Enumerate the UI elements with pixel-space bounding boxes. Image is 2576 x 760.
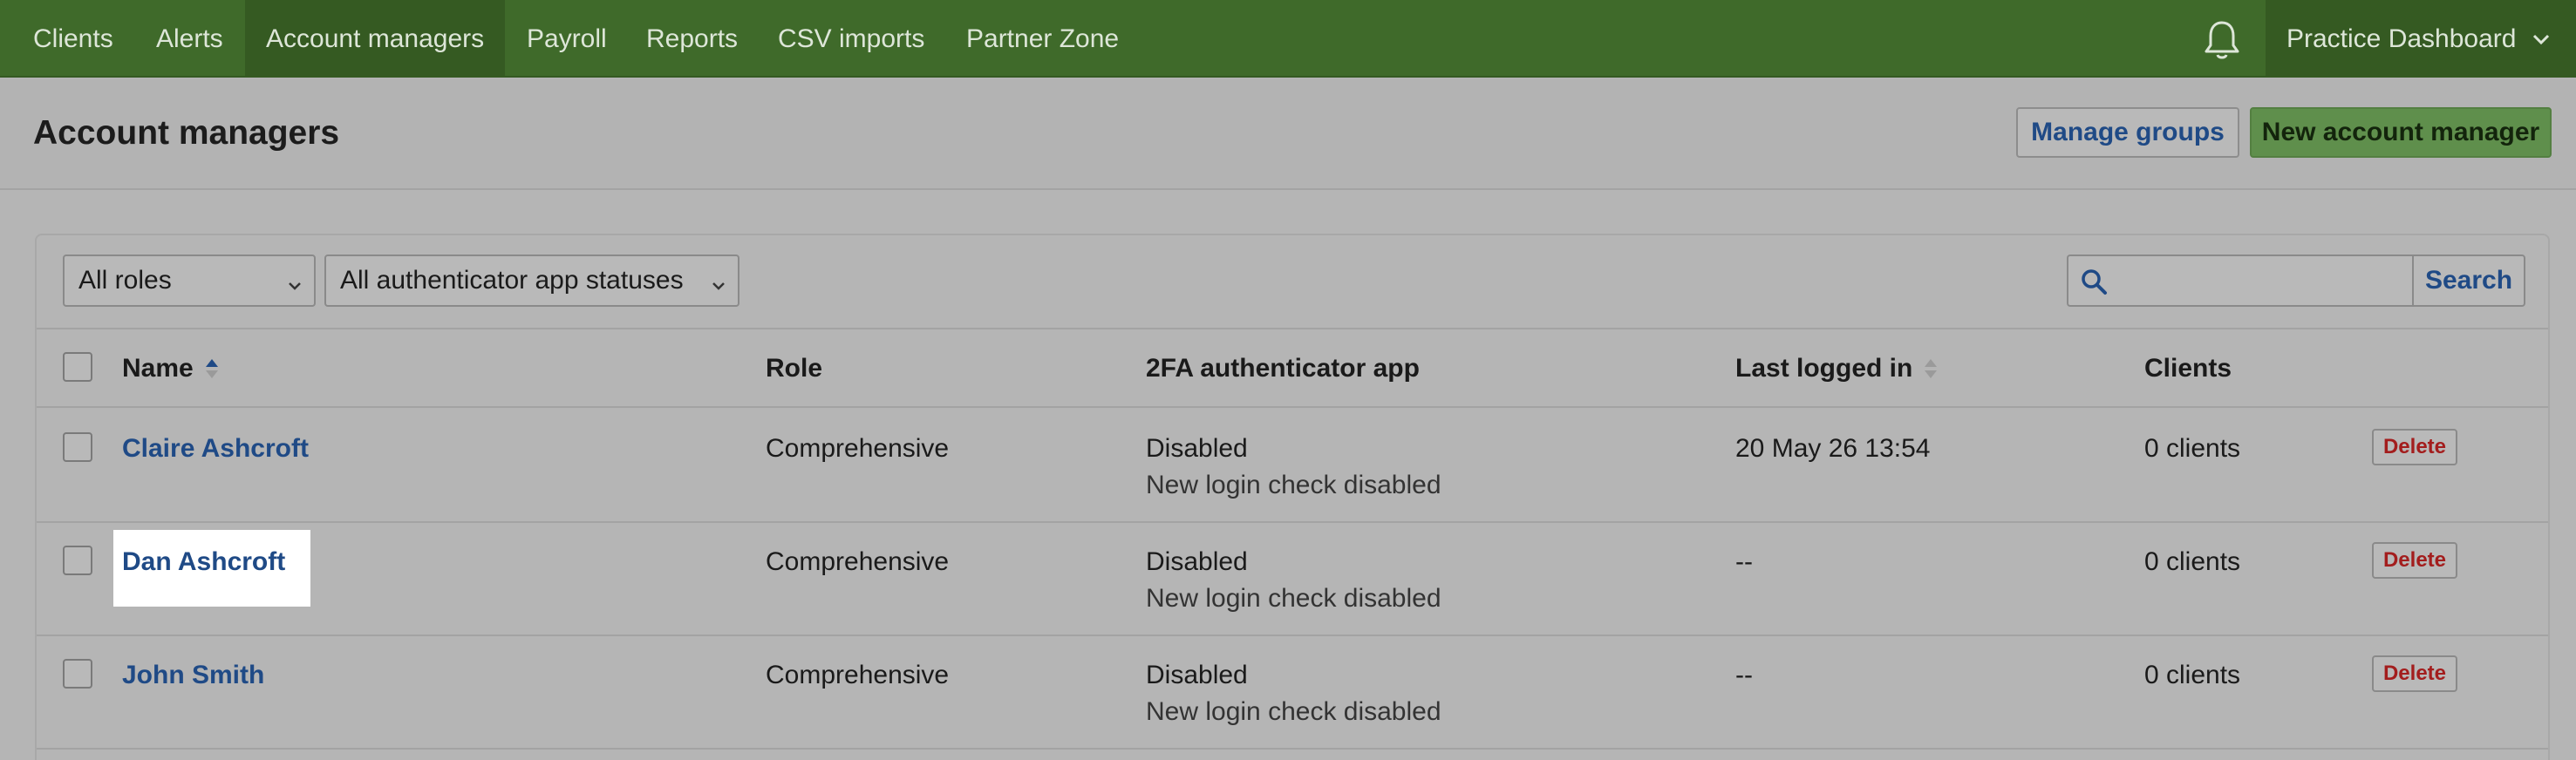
account-managers-panel: All roles All authenticator app statuses… xyxy=(35,234,2550,760)
role-value: Comprehensive xyxy=(766,661,950,689)
last-logged-in-value: -- xyxy=(1735,661,1753,689)
column-header-last-logged-in[interactable]: Last logged in xyxy=(1735,329,1939,408)
column-header-role: Role xyxy=(766,354,823,383)
twofa-status: Disabled New login check disabled xyxy=(1146,434,1441,500)
column-header-clients: Clients xyxy=(2144,354,2232,383)
delete-button[interactable]: Delete xyxy=(2372,429,2457,465)
column-header-name-label: Name xyxy=(122,354,194,383)
practice-dashboard-label: Practice Dashboard xyxy=(2286,24,2517,53)
table-row: Claire Ashcroft Comprehensive Disabled N… xyxy=(37,410,2548,523)
sort-icon xyxy=(1923,356,1939,381)
chevron-down-icon xyxy=(2532,33,2551,45)
search-input[interactable] xyxy=(2067,254,2412,307)
bell-icon[interactable] xyxy=(2198,16,2246,64)
clients-count: 0 clients xyxy=(2144,434,2241,463)
nav-item-clients[interactable]: Clients xyxy=(12,0,134,78)
page-header: Account managers Manage groups New accou… xyxy=(0,79,2576,190)
nav-item-partner-zone[interactable]: Partner Zone xyxy=(945,0,1140,78)
twofa-status: Disabled New login check disabled xyxy=(1146,547,1441,614)
role-filter-value: All roles xyxy=(78,266,172,295)
select-all-checkbox[interactable] xyxy=(63,352,92,382)
twofa-status: Disabled New login check disabled xyxy=(1146,661,1441,727)
account-manager-name-link[interactable]: John Smith xyxy=(122,661,264,690)
nav-item-account-managers[interactable]: Account managers xyxy=(245,0,506,78)
top-navigation: Clients Alerts Account managers Payroll … xyxy=(0,0,2576,78)
account-manager-name-link[interactable]: Claire Ashcroft xyxy=(122,434,309,464)
practice-dashboard-menu[interactable]: Practice Dashboard xyxy=(2266,0,2576,78)
row-checkbox[interactable] xyxy=(63,432,92,462)
sort-asc-icon xyxy=(204,356,220,381)
table-row: Dan Ashcroft Comprehensive Disabled New … xyxy=(37,523,2548,636)
clients-count: 0 clients xyxy=(2144,547,2241,576)
chevron-down-icon xyxy=(286,272,303,302)
account-manager-name-link[interactable]: Dan Ashcroft xyxy=(122,547,285,577)
delete-button[interactable]: Delete xyxy=(2372,542,2457,579)
role-value: Comprehensive xyxy=(766,434,950,463)
search-button[interactable]: Search xyxy=(2412,254,2525,307)
nav-item-alerts[interactable]: Alerts xyxy=(135,0,244,78)
nav-item-reports[interactable]: Reports xyxy=(625,0,759,78)
nav-item-csv-imports[interactable]: CSV imports xyxy=(757,0,945,78)
twofa-status-value: Disabled xyxy=(1146,547,1248,576)
manage-groups-button[interactable]: Manage groups xyxy=(2016,107,2239,158)
column-header-2fa: 2FA authenticator app xyxy=(1146,354,1420,383)
search-icon xyxy=(2079,267,2109,301)
row-checkbox[interactable] xyxy=(63,546,92,575)
filter-bar: All roles All authenticator app statuses… xyxy=(37,235,2548,329)
auth-status-filter-value: All authenticator app statuses xyxy=(340,266,684,295)
login-check-status: New login check disabled xyxy=(1146,697,1441,726)
twofa-status-value: Disabled xyxy=(1146,661,1248,689)
clients-count: 0 clients xyxy=(2144,661,2241,689)
twofa-status-value: Disabled xyxy=(1146,434,1248,463)
last-logged-in-value: 20 May 26 13:54 xyxy=(1735,434,1931,463)
role-filter-select[interactable]: All roles xyxy=(63,254,316,307)
new-account-manager-button[interactable]: New account manager xyxy=(2250,107,2552,158)
column-header-last-logged-in-label: Last logged in xyxy=(1735,354,1913,383)
login-check-status: New login check disabled xyxy=(1146,584,1441,613)
table-header: Name Role 2FA authenticator app Last log… xyxy=(37,329,2548,408)
auth-status-filter-select[interactable]: All authenticator app statuses xyxy=(324,254,739,307)
column-header-name[interactable]: Name xyxy=(122,329,220,408)
last-logged-in-value: -- xyxy=(1735,547,1753,576)
nav-item-payroll[interactable]: Payroll xyxy=(506,0,628,78)
role-value: Comprehensive xyxy=(766,547,950,576)
page-title: Account managers xyxy=(33,114,340,152)
table-row: John Smith Comprehensive Disabled New lo… xyxy=(37,636,2548,750)
delete-button[interactable]: Delete xyxy=(2372,655,2457,692)
row-checkbox[interactable] xyxy=(63,659,92,689)
login-check-status: New login check disabled xyxy=(1146,471,1441,499)
chevron-down-icon xyxy=(710,272,727,302)
